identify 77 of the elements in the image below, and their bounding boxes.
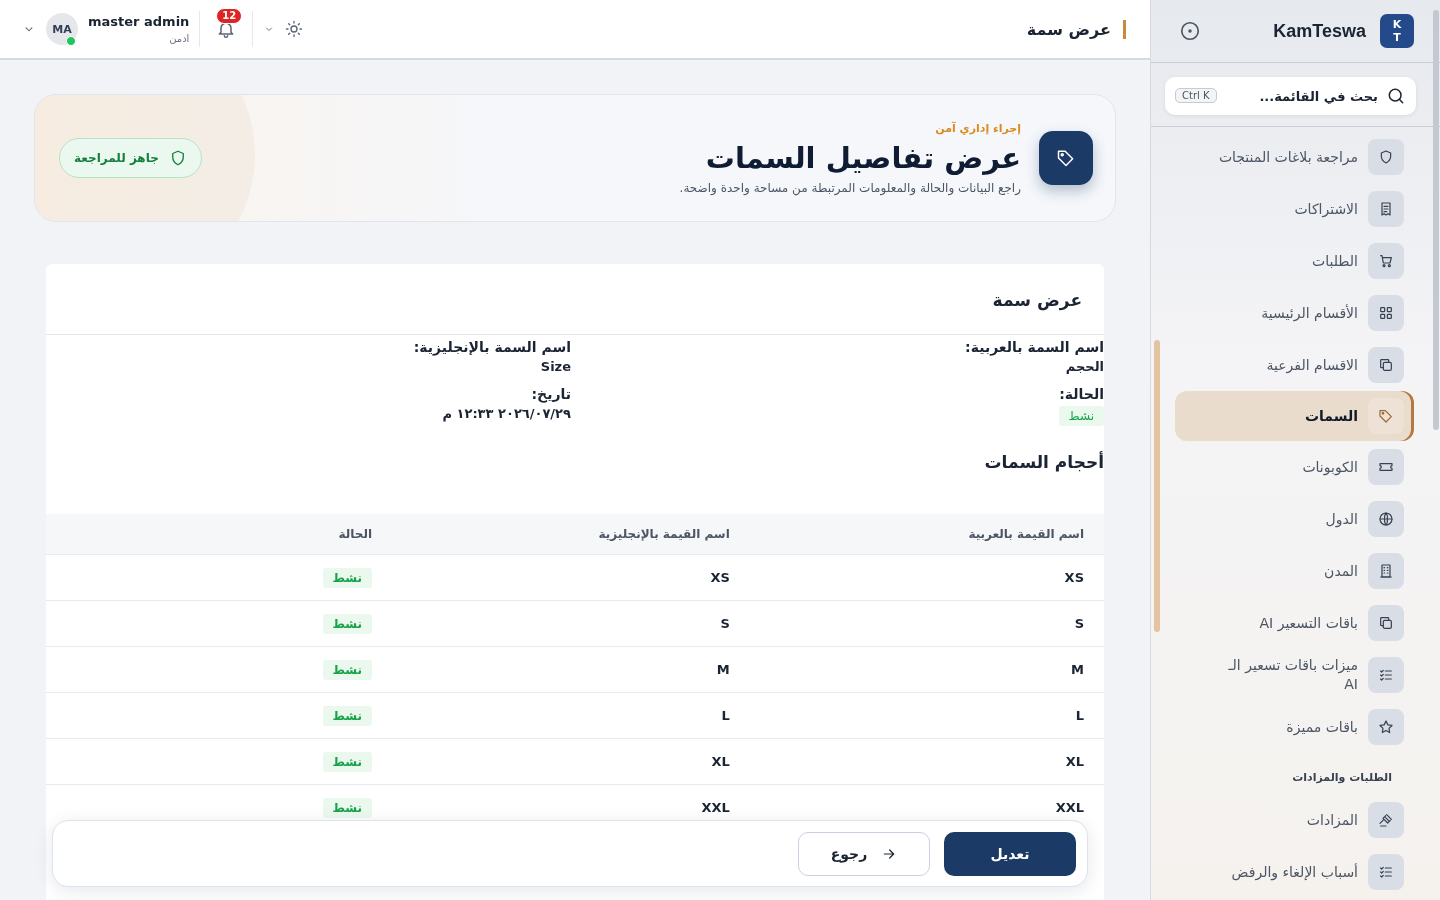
table-cell: XL — [392, 738, 750, 785]
sun-icon — [285, 20, 304, 38]
nav-item[interactable]: السمات — [1175, 391, 1414, 441]
circle-dot-icon — [1179, 20, 1201, 42]
user-role: ادمن — [169, 33, 190, 44]
user-avatar[interactable]: MA — [46, 13, 78, 45]
status-badge: نشط — [322, 706, 373, 726]
tag-icon — [1378, 408, 1394, 424]
table-cell: S — [749, 600, 1104, 647]
field-value: ٢٠٢٦/٠٧/٢٩ ١٢:٣٣ م — [442, 406, 571, 421]
table-cell: XL — [749, 738, 1104, 785]
notification-count: 12 — [216, 8, 243, 24]
brand-name: KamTeswa — [1273, 20, 1366, 42]
table-cell: L — [749, 692, 1104, 739]
field-label: اسم السمة بالإنجليزية: — [413, 339, 571, 355]
tag-icon — [1056, 148, 1076, 168]
page-title: عرض سمة — [1026, 19, 1126, 39]
nav-item[interactable]: أسباب الإلغاء والرفض — [1173, 846, 1414, 898]
status-badge: نشط — [322, 568, 373, 588]
edit-button[interactable]: تعديل — [944, 831, 1076, 876]
nav-item[interactable]: ميزات باقات تسعير الـ AI — [1173, 649, 1414, 701]
shortcut-hint: Ctrl K — [1175, 88, 1217, 103]
field-value: Size — [540, 359, 571, 374]
table-cell: M — [392, 646, 750, 693]
card-title: عرض سمة — [991, 289, 1082, 313]
table-cell: S — [392, 600, 750, 647]
table-cell: L — [392, 692, 750, 739]
nav-item[interactable]: الكوبونات — [1173, 441, 1414, 493]
star-icon — [1378, 719, 1394, 735]
column-header: الحالة — [46, 514, 393, 555]
table-cell: M — [749, 646, 1104, 693]
nav-item[interactable]: المزادات — [1173, 794, 1414, 846]
status-badge: نشط — [1058, 406, 1104, 426]
hero-description: راجع البيانات والحالة والمعلومات المرتبطة من مساحة واحدة واضحة. — [679, 180, 1021, 195]
status-badge: نشط — [322, 660, 373, 680]
copy-icon — [1378, 357, 1394, 373]
back-button[interactable]: رجوع — [798, 831, 930, 876]
nav-item[interactable]: الاشتراكات — [1173, 183, 1414, 235]
field-value: الحجم — [1065, 359, 1104, 374]
brand-logo: K T — [1380, 14, 1414, 48]
field-label: اسم السمة بالعربية: — [965, 339, 1104, 355]
copy-icon — [1378, 615, 1394, 631]
nav-item[interactable]: الدول — [1173, 493, 1414, 545]
review-status-pill: جاهز للمراجعة — [59, 138, 202, 178]
globe-icon — [1378, 511, 1394, 527]
building-icon — [1378, 563, 1394, 579]
section-title: أحجام السمات — [983, 450, 1104, 474]
nav-item[interactable]: الأقسام الرئيسية — [1173, 287, 1414, 339]
checklist-icon — [1378, 864, 1394, 880]
nav-item[interactable]: باقات التسعير AI — [1173, 597, 1414, 649]
cart-icon — [1378, 253, 1394, 269]
shield-icon — [1378, 149, 1394, 165]
receipt-icon — [1378, 201, 1394, 217]
nav-item[interactable]: الاقسام الفرعية — [1173, 339, 1414, 391]
scrollbar-thumb[interactable] — [1154, 340, 1160, 632]
nav-item[interactable]: باقات مميزة — [1173, 701, 1414, 753]
grid-icon — [1378, 305, 1394, 321]
nav-item[interactable]: المدن — [1173, 545, 1414, 597]
status-badge: نشط — [322, 614, 373, 634]
status-badge: نشط — [322, 752, 373, 772]
table-cell: XS — [392, 554, 750, 601]
nav-item[interactable]: الطلبات — [1173, 235, 1414, 287]
field-label: الحالة: — [1059, 386, 1104, 402]
table-cell: XS — [749, 554, 1104, 601]
hero-eyebrow: إجراء إداري آمن — [934, 121, 1021, 135]
scrollbar[interactable] — [1433, 10, 1439, 430]
nav-section-title: الطلبات والمزادات — [1291, 770, 1393, 786]
field-label: تاريخ: — [531, 386, 571, 402]
status-badge: نشط — [322, 798, 373, 818]
column-header: اسم القيمة بالعربية — [749, 514, 1104, 555]
search-icon — [1386, 86, 1406, 106]
column-header: اسم القيمة بالإنجليزية — [392, 514, 750, 555]
checklist-icon — [1378, 667, 1394, 683]
hero-title: عرض تفاصيل السمات — [704, 140, 1021, 175]
nav-item[interactable]: مراجعة بلاغات المنتجات — [1173, 131, 1414, 183]
user-name: master admin — [88, 14, 190, 29]
gavel-icon — [1378, 812, 1394, 828]
